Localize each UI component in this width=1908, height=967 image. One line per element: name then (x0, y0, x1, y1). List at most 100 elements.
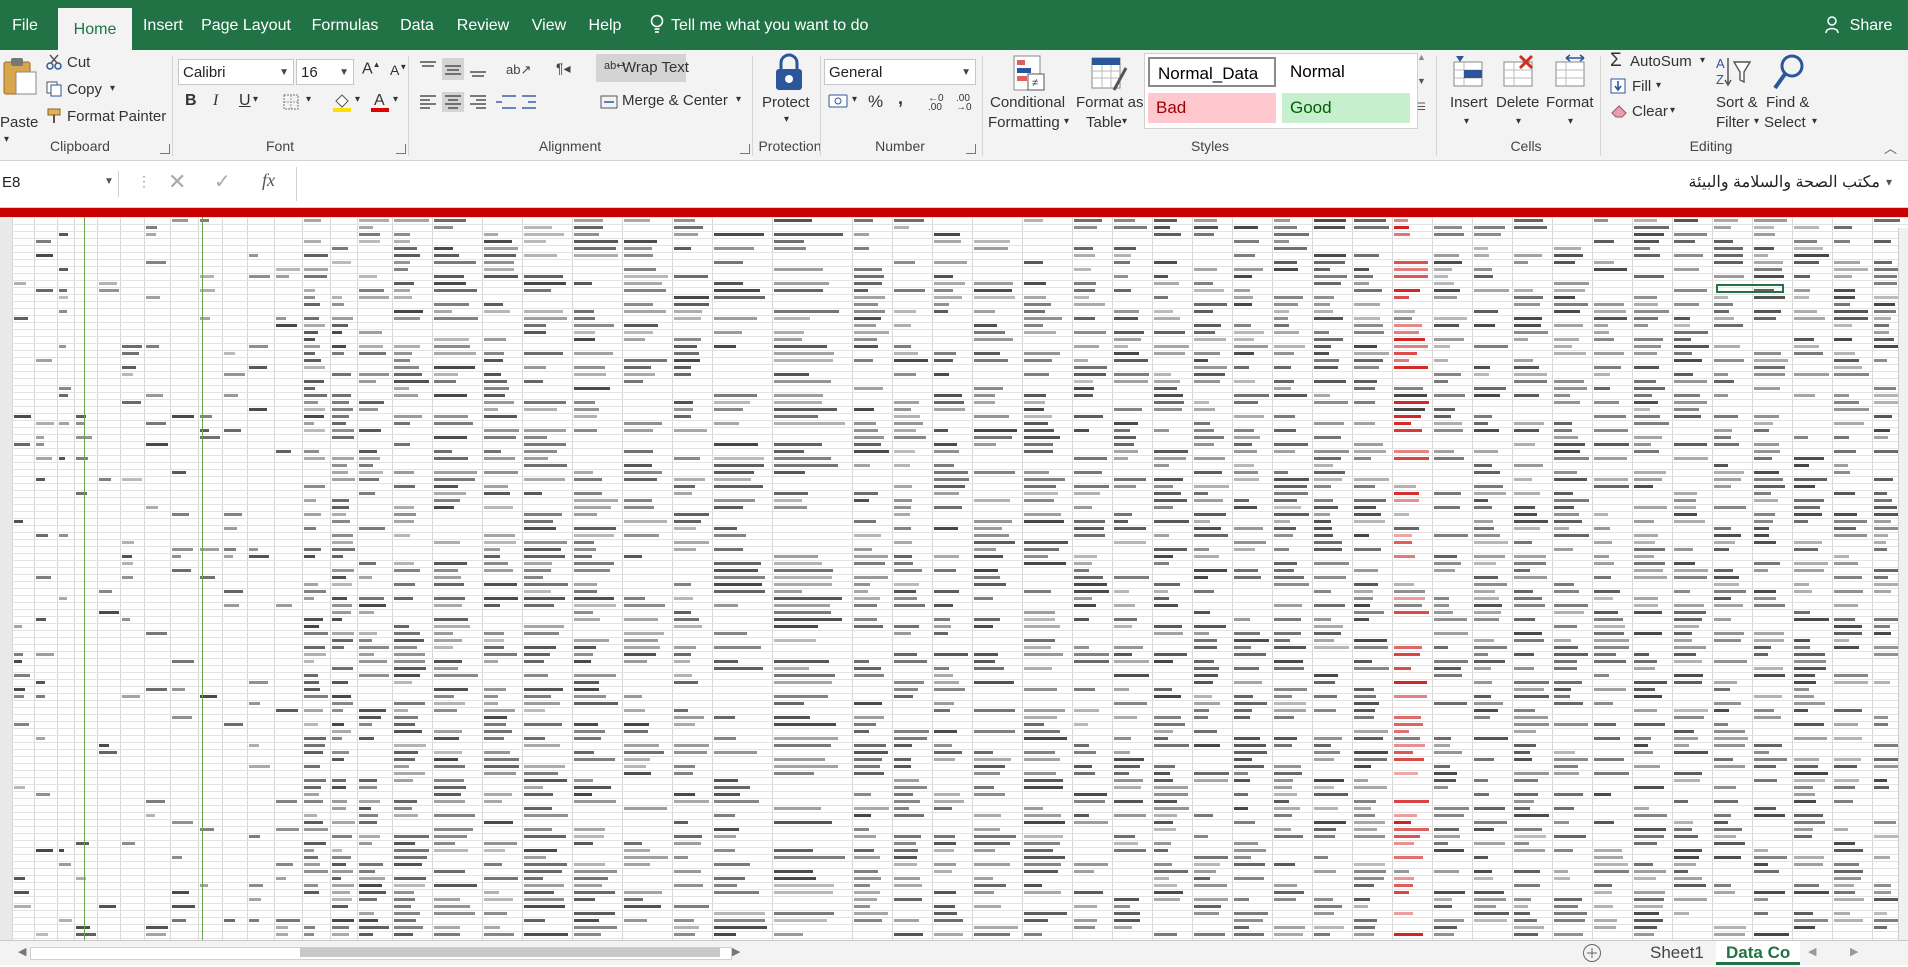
percent-style-button[interactable]: % (868, 92, 883, 112)
new-sheet-icon[interactable] (1582, 943, 1602, 963)
increase-decimal-icon[interactable]: ←0.00 (928, 94, 944, 113)
currency-chevron-down-icon[interactable]: ▾ (852, 94, 857, 105)
style-normal[interactable]: Normal (1282, 57, 1410, 87)
clear-chevron-down-icon[interactable]: ▾ (1670, 105, 1675, 116)
copy-chevron-down-icon[interactable]: ▾ (110, 83, 115, 94)
number-format-select[interactable]: General ▼ (824, 59, 976, 85)
format-as-table-chevron-down-icon[interactable]: ▾ (1122, 116, 1127, 127)
increase-font-size-icon[interactable]: A▲ (362, 60, 381, 78)
insert-cells-icon[interactable] (1452, 54, 1486, 90)
gallery-more-icon[interactable]: ☰ (1417, 102, 1426, 113)
font-name-select[interactable]: Calibri ▼ (178, 59, 294, 85)
fill-chevron-down-icon[interactable]: ▾ (1656, 80, 1661, 91)
bold-button[interactable]: B (185, 92, 197, 110)
paste-icon[interactable] (2, 56, 38, 96)
merge-chevron-down-icon[interactable]: ▾ (736, 94, 741, 105)
merge-center-button[interactable]: Merge & Center (622, 92, 728, 109)
clipboard-dialog-launcher-icon[interactable] (160, 144, 170, 154)
borders-icon[interactable] (283, 94, 299, 110)
protect-chevron-down-icon[interactable]: ▾ (784, 114, 789, 125)
tab-insert[interactable]: Insert (136, 0, 190, 50)
cancel-entry-icon[interactable]: ✕ (168, 169, 186, 195)
collapse-ribbon-icon[interactable]: ︿ (1884, 138, 1897, 157)
number-dialog-launcher-icon[interactable] (966, 144, 976, 154)
cut-button[interactable]: Cut (67, 54, 90, 71)
format-cells-icon[interactable] (1554, 54, 1588, 90)
italic-button[interactable]: I (213, 92, 218, 110)
find-select-label-2[interactable]: Select (1764, 114, 1806, 131)
find-select-chevron-down-icon[interactable]: ▾ (1812, 116, 1817, 127)
tab-view[interactable]: View (524, 0, 574, 50)
paste-chevron-down-icon[interactable]: ▾ (4, 134, 9, 145)
find-select-label-1[interactable]: Find & (1766, 94, 1809, 111)
clear-button[interactable]: Clear (1632, 103, 1668, 120)
format-painter-button[interactable]: Format Painter (67, 108, 166, 125)
insert-cells-chevron-down-icon[interactable]: ▾ (1464, 116, 1469, 127)
tell-me-search[interactable]: Tell me what you want to do (671, 0, 871, 50)
gallery-scroll-up-icon[interactable]: ▲ (1417, 52, 1426, 62)
wrap-text-button[interactable]: ab↩ Wrap Text (596, 54, 689, 82)
autosum-button[interactable]: AutoSum (1630, 53, 1692, 70)
lock-icon[interactable] (772, 52, 806, 92)
font-size-select[interactable]: 16 ▼ (296, 59, 354, 85)
sheets-scroll-right-icon[interactable]: ▶ (1850, 945, 1858, 958)
style-bad[interactable]: Bad (1148, 93, 1276, 123)
expand-formula-bar-icon[interactable]: ▾ (1886, 175, 1892, 189)
format-as-table-icon[interactable] (1090, 54, 1128, 94)
gallery-scroll-down-icon[interactable]: ▼ (1417, 76, 1426, 86)
tab-data[interactable]: Data (394, 0, 440, 50)
name-box-chevron-down-icon[interactable]: ▼ (104, 176, 114, 187)
tab-file[interactable]: File (0, 0, 50, 50)
name-box[interactable]: E8 ▼ (0, 171, 119, 197)
sort-filter-chevron-down-icon[interactable]: ▾ (1754, 116, 1759, 127)
insert-cells-button[interactable]: Insert (1450, 94, 1488, 111)
conditional-formatting-icon[interactable]: ≠ (1012, 54, 1046, 94)
fill-button[interactable]: Fill (1632, 78, 1651, 95)
format-as-table-label-1[interactable]: Format as (1076, 94, 1144, 111)
font-color-icon[interactable]: A (370, 90, 390, 112)
conditional-formatting-chevron-down-icon[interactable]: ▾ (1064, 116, 1069, 127)
format-cells-button[interactable]: Format (1546, 94, 1594, 111)
tab-review[interactable]: Review (450, 0, 516, 50)
underline-chevron-down-icon[interactable]: ▾ (253, 94, 258, 105)
delete-cells-button[interactable]: Delete (1496, 94, 1539, 111)
protect-button[interactable]: Protect (762, 94, 810, 111)
tab-help[interactable]: Help (582, 0, 628, 50)
paste-button[interactable]: Paste (0, 114, 38, 131)
scroll-right-icon[interactable]: ▶ (732, 945, 740, 958)
format-as-table-label-2[interactable]: Table (1086, 114, 1122, 131)
sort-filter-label-2[interactable]: Filter (1716, 114, 1749, 131)
fill-color-icon[interactable] (332, 92, 352, 112)
conditional-formatting-label-1[interactable]: Conditional (990, 94, 1065, 111)
borders-chevron-down-icon[interactable]: ▾ (306, 94, 311, 105)
underline-button[interactable]: U (239, 92, 251, 110)
delete-cells-icon[interactable] (1502, 54, 1536, 90)
conditional-formatting-label-2[interactable]: Formatting (988, 114, 1060, 131)
tab-home[interactable]: Home (58, 8, 132, 50)
font-dialog-launcher-icon[interactable] (396, 144, 406, 154)
vertical-scrollbar[interactable] (1898, 228, 1908, 940)
decrease-font-size-icon[interactable]: A▼ (390, 62, 407, 78)
tab-formulas[interactable]: Formulas (304, 0, 386, 50)
alignment-dialog-launcher-icon[interactable] (740, 144, 750, 154)
format-cells-chevron-down-icon[interactable]: ▾ (1568, 116, 1573, 127)
sheets-scroll-left-icon[interactable]: ◀ (1808, 945, 1816, 958)
font-color-chevron-down-icon[interactable]: ▾ (393, 94, 398, 105)
delete-cells-chevron-down-icon[interactable]: ▾ (1516, 116, 1521, 127)
active-cell-e8[interactable] (1716, 284, 1784, 293)
sort-filter-label-1[interactable]: Sort & (1716, 94, 1758, 111)
worksheet-grid[interactable] (0, 208, 1908, 940)
confirm-entry-icon[interactable]: ✓ (214, 169, 231, 194)
comma-style-button[interactable]: , (898, 88, 903, 109)
text-direction-icon[interactable]: ¶◂ (554, 59, 584, 77)
cells-area[interactable] (12, 217, 1908, 940)
sort-filter-icon[interactable]: AZ (1714, 52, 1754, 92)
style-good[interactable]: Good (1282, 93, 1410, 123)
horizontal-scroll-thumb[interactable] (300, 948, 720, 957)
copy-button[interactable]: Copy (67, 81, 102, 98)
sheet-tab-data-co[interactable]: Data Co (1716, 941, 1801, 965)
share-button[interactable]: Share (1843, 0, 1899, 50)
insert-function-button[interactable]: fx (262, 170, 275, 191)
magnifier-icon[interactable] (1772, 52, 1808, 92)
formula-input[interactable]: مكتب الصحة والسلامة والبيئة (300, 169, 1880, 197)
